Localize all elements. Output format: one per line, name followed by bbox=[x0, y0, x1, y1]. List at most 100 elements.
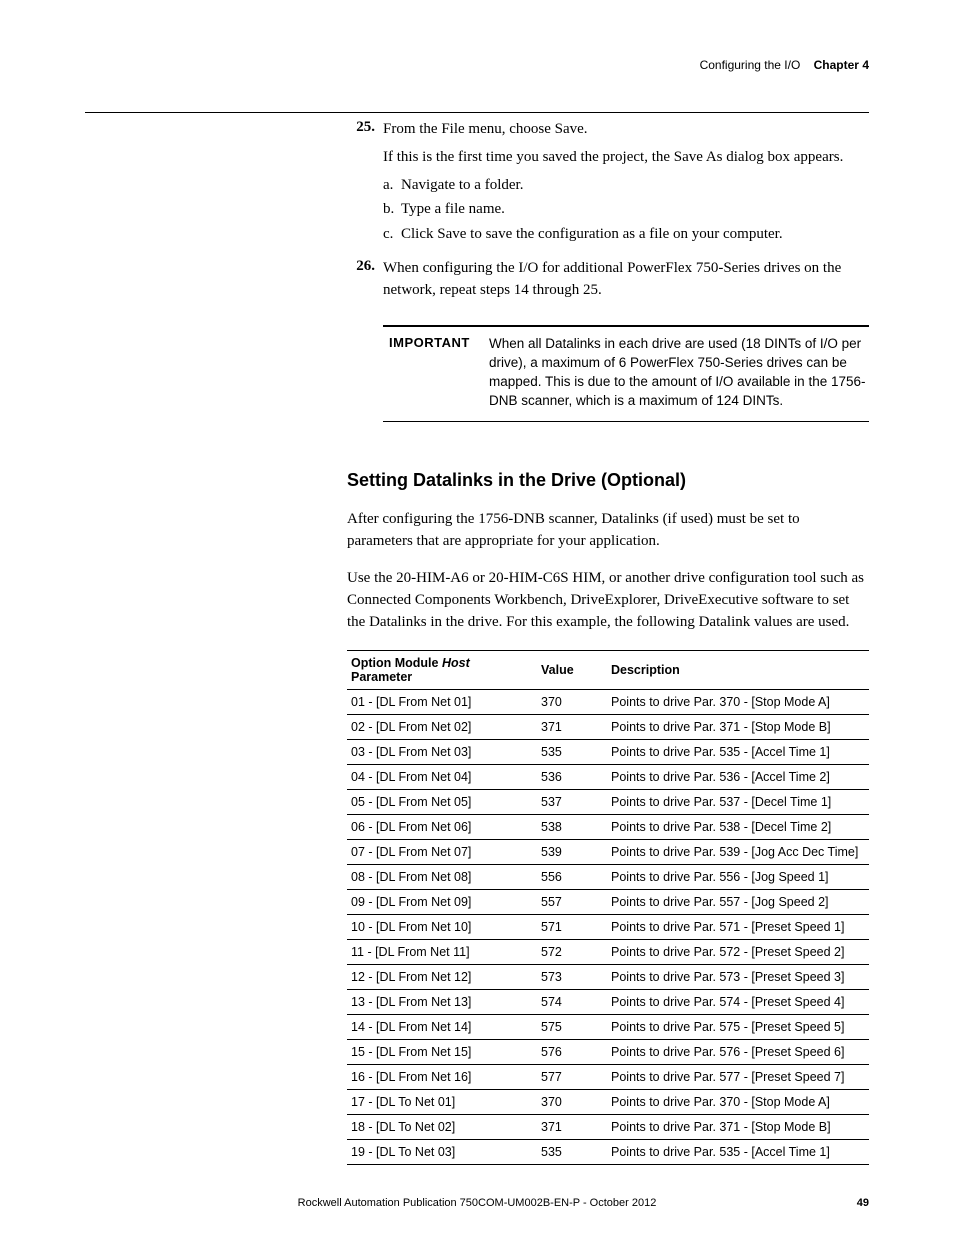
cell-value: 535 bbox=[537, 1139, 607, 1164]
step-number: 26. bbox=[347, 258, 383, 308]
cell-description: Points to drive Par. 538 - [Decel Time 2… bbox=[607, 814, 869, 839]
col-header-parameter: Option Module Host Parameter bbox=[347, 650, 537, 689]
cell-value: 571 bbox=[537, 914, 607, 939]
cell-description: Points to drive Par. 371 - [Stop Mode B] bbox=[607, 714, 869, 739]
cell-description: Points to drive Par. 575 - [Preset Speed… bbox=[607, 1014, 869, 1039]
substep: c. Click Save to save the configuration … bbox=[383, 224, 869, 246]
main-content: 25. From the File menu, choose Save. If … bbox=[347, 119, 869, 1165]
running-header: Configuring the I/O Chapter 4 bbox=[85, 58, 869, 72]
table-row: 05 - [DL From Net 05]537Points to drive … bbox=[347, 789, 869, 814]
cell-description: Points to drive Par. 572 - [Preset Speed… bbox=[607, 939, 869, 964]
cell-description: Points to drive Par. 556 - [Jog Speed 1] bbox=[607, 864, 869, 889]
cell-value: 537 bbox=[537, 789, 607, 814]
table-row: 06 - [DL From Net 06]538Points to drive … bbox=[347, 814, 869, 839]
substep-letter: b. bbox=[383, 199, 401, 221]
cell-parameter: 02 - [DL From Net 02] bbox=[347, 714, 537, 739]
cell-parameter: 06 - [DL From Net 06] bbox=[347, 814, 537, 839]
cell-parameter: 01 - [DL From Net 01] bbox=[347, 689, 537, 714]
cell-parameter: 17 - [DL To Net 01] bbox=[347, 1089, 537, 1114]
page-footer: Rockwell Automation Publication 750COM-U… bbox=[85, 1197, 869, 1209]
cell-parameter: 18 - [DL To Net 02] bbox=[347, 1114, 537, 1139]
cell-parameter: 16 - [DL From Net 16] bbox=[347, 1064, 537, 1089]
cell-value: 576 bbox=[537, 1039, 607, 1064]
table-row: 17 - [DL To Net 01]370Points to drive Pa… bbox=[347, 1089, 869, 1114]
table-header-row: Option Module Host Parameter Value Descr… bbox=[347, 650, 869, 689]
cell-value: 371 bbox=[537, 714, 607, 739]
substep: a. Navigate to a folder. bbox=[383, 175, 869, 197]
cell-description: Points to drive Par. 557 - [Jog Speed 2] bbox=[607, 889, 869, 914]
cell-parameter: 05 - [DL From Net 05] bbox=[347, 789, 537, 814]
body-paragraph: After configuring the 1756-DNB scanner, … bbox=[347, 509, 869, 553]
table-row: 08 - [DL From Net 08]556Points to drive … bbox=[347, 864, 869, 889]
cell-parameter: 13 - [DL From Net 13] bbox=[347, 989, 537, 1014]
footer-publication: Rockwell Automation Publication 750COM-U… bbox=[125, 1197, 829, 1209]
cell-description: Points to drive Par. 574 - [Preset Speed… bbox=[607, 989, 869, 1014]
header-chapter: Chapter 4 bbox=[814, 58, 869, 72]
cell-value: 535 bbox=[537, 739, 607, 764]
cell-description: Points to drive Par. 536 - [Accel Time 2… bbox=[607, 764, 869, 789]
table-row: 16 - [DL From Net 16]577Points to drive … bbox=[347, 1064, 869, 1089]
cell-parameter: 08 - [DL From Net 08] bbox=[347, 864, 537, 889]
cell-parameter: 12 - [DL From Net 12] bbox=[347, 964, 537, 989]
cell-value: 574 bbox=[537, 989, 607, 1014]
cell-description: Points to drive Par. 539 - [Jog Acc Dec … bbox=[607, 839, 869, 864]
table-row: 02 - [DL From Net 02]371Points to drive … bbox=[347, 714, 869, 739]
cell-parameter: 11 - [DL From Net 11] bbox=[347, 939, 537, 964]
step-note: If this is the first time you saved the … bbox=[383, 147, 869, 169]
cell-value: 557 bbox=[537, 889, 607, 914]
cell-value: 572 bbox=[537, 939, 607, 964]
substep: b. Type a file name. bbox=[383, 199, 869, 221]
cell-description: Points to drive Par. 370 - [Stop Mode A] bbox=[607, 1089, 869, 1114]
header-section: Configuring the I/O bbox=[700, 58, 801, 72]
substep-text: Click Save to save the configuration as … bbox=[401, 224, 783, 246]
cell-parameter: 15 - [DL From Net 15] bbox=[347, 1039, 537, 1064]
cell-description: Points to drive Par. 535 - [Accel Time 1… bbox=[607, 739, 869, 764]
table-row: 07 - [DL From Net 07]539Points to drive … bbox=[347, 839, 869, 864]
table-row: 13 - [DL From Net 13]574Points to drive … bbox=[347, 989, 869, 1014]
cell-parameter: 03 - [DL From Net 03] bbox=[347, 739, 537, 764]
table-row: 11 - [DL From Net 11]572Points to drive … bbox=[347, 939, 869, 964]
col-header-value: Value bbox=[537, 650, 607, 689]
cell-description: Points to drive Par. 571 - [Preset Speed… bbox=[607, 914, 869, 939]
cell-description: Points to drive Par. 371 - [Stop Mode B] bbox=[607, 1114, 869, 1139]
cell-value: 536 bbox=[537, 764, 607, 789]
body-paragraph: Use the 20-HIM-A6 or 20-HIM-C6S HIM, or … bbox=[347, 568, 869, 633]
cell-parameter: 14 - [DL From Net 14] bbox=[347, 1014, 537, 1039]
cell-value: 539 bbox=[537, 839, 607, 864]
important-callout: IMPORTANT When all Datalinks in each dri… bbox=[383, 325, 869, 422]
table-row: 15 - [DL From Net 15]576Points to drive … bbox=[347, 1039, 869, 1064]
footer-page-number: 49 bbox=[829, 1197, 869, 1209]
important-text: When all Datalinks in each drive are use… bbox=[489, 335, 869, 411]
substep-letter: a. bbox=[383, 175, 401, 197]
table-row: 10 - [DL From Net 10]571Points to drive … bbox=[347, 914, 869, 939]
cell-parameter: 09 - [DL From Net 09] bbox=[347, 889, 537, 914]
step-lead: When configuring the I/O for additional … bbox=[383, 258, 869, 302]
cell-value: 370 bbox=[537, 1089, 607, 1114]
cell-description: Points to drive Par. 370 - [Stop Mode A] bbox=[607, 689, 869, 714]
header-rule bbox=[85, 112, 869, 113]
cell-description: Points to drive Par. 577 - [Preset Speed… bbox=[607, 1064, 869, 1089]
table-row: 18 - [DL To Net 02]371Points to drive Pa… bbox=[347, 1114, 869, 1139]
cell-description: Points to drive Par. 537 - [Decel Time 1… bbox=[607, 789, 869, 814]
cell-value: 573 bbox=[537, 964, 607, 989]
cell-value: 556 bbox=[537, 864, 607, 889]
col-header-description: Description bbox=[607, 650, 869, 689]
cell-value: 371 bbox=[537, 1114, 607, 1139]
step-26: 26. When configuring the I/O for additio… bbox=[347, 258, 869, 308]
cell-description: Points to drive Par. 535 - [Accel Time 1… bbox=[607, 1139, 869, 1164]
table-row: 09 - [DL From Net 09]557Points to drive … bbox=[347, 889, 869, 914]
cell-value: 370 bbox=[537, 689, 607, 714]
table-row: 04 - [DL From Net 04]536Points to drive … bbox=[347, 764, 869, 789]
table-row: 12 - [DL From Net 12]573Points to drive … bbox=[347, 964, 869, 989]
table-row: 01 - [DL From Net 01]370Points to drive … bbox=[347, 689, 869, 714]
cell-description: Points to drive Par. 576 - [Preset Speed… bbox=[607, 1039, 869, 1064]
table-row: 03 - [DL From Net 03]535Points to drive … bbox=[347, 739, 869, 764]
substep-letter: c. bbox=[383, 224, 401, 246]
substep-text: Type a file name. bbox=[401, 199, 505, 221]
cell-value: 538 bbox=[537, 814, 607, 839]
step-number: 25. bbox=[347, 119, 383, 252]
important-label: IMPORTANT bbox=[383, 335, 489, 411]
cell-parameter: 04 - [DL From Net 04] bbox=[347, 764, 537, 789]
section-heading: Setting Datalinks in the Drive (Optional… bbox=[347, 470, 869, 491]
step-25: 25. From the File menu, choose Save. If … bbox=[347, 119, 869, 252]
